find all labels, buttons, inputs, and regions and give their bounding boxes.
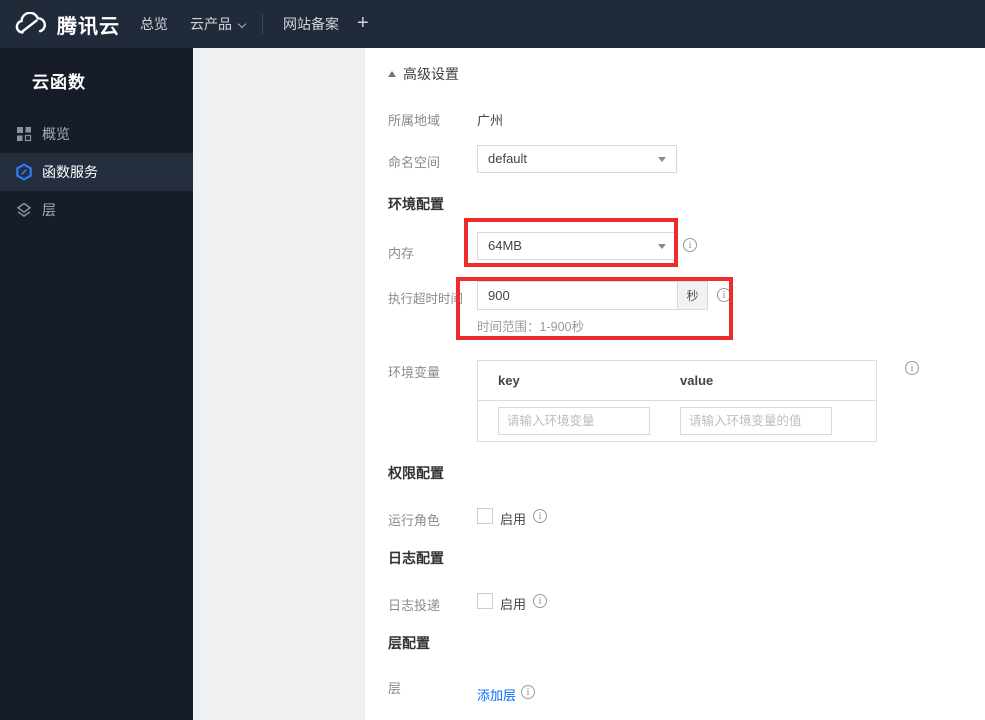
nav-item-overview[interactable]: 总览 — [140, 0, 168, 48]
sidebar-title: 云函数 — [32, 73, 86, 92]
env-config-title: 环境配置 — [388, 196, 444, 212]
sidebar-item-function-service[interactable]: 函数服务 — [0, 153, 193, 191]
namespace-label: 命名空间 — [388, 155, 441, 170]
content-background — [193, 48, 365, 720]
log-config-title: 日志配置 — [388, 550, 444, 566]
env-vars-value-header: value — [680, 373, 714, 388]
nav-item-cloud-products[interactable]: 云产品 — [190, 0, 247, 48]
log-delivery-info-icon[interactable] — [533, 594, 547, 608]
run-role-enable-checkbox[interactable] — [477, 508, 493, 524]
brand-label: 腾讯云 — [57, 15, 120, 38]
region-label: 所属地域 — [388, 113, 441, 128]
sidebar-item-label: 概览 — [42, 126, 70, 142]
function-service-icon — [15, 163, 33, 181]
region-value: 广州 — [477, 113, 504, 128]
timeout-unit[interactable]: 秒 — [677, 282, 707, 309]
layer-config-title: 层配置 — [388, 635, 430, 651]
layer-row-label: 层 — [388, 681, 402, 696]
env-vars-header-row: key value — [478, 361, 876, 401]
namespace-selected-value: default — [488, 151, 528, 166]
top-nav: 腾讯云 总览 云产品 网站备案 + — [0, 0, 985, 48]
layers-icon — [15, 201, 33, 219]
timeout-input-group: 秒 — [477, 281, 708, 310]
timeout-input[interactable] — [478, 282, 677, 309]
grid-icon — [15, 125, 33, 143]
env-vars-key-header: key — [498, 373, 520, 388]
brand[interactable]: 腾讯云 — [14, 0, 120, 48]
run-role-info-icon[interactable] — [533, 509, 547, 523]
env-vars-table: key value — [477, 360, 877, 442]
tencent-cloud-logo-icon — [14, 12, 48, 36]
dropdown-caret-icon — [658, 157, 666, 162]
log-delivery-label: 日志投递 — [388, 598, 441, 613]
sidebar-item-overview[interactable]: 概览 — [0, 115, 193, 153]
nav-item-website-record[interactable]: 网站备案 — [283, 0, 339, 48]
sidebar-item-label: 函数服务 — [42, 164, 98, 180]
memory-label: 内存 — [388, 246, 415, 261]
add-layer-link[interactable]: 添加层 — [477, 685, 516, 704]
add-layer-info-icon[interactable] — [521, 685, 535, 699]
sidebar-item-label: 层 — [42, 202, 56, 218]
sidebar: 云函数 概览 函数服务 层 — [0, 48, 193, 720]
env-vars-label: 环境变量 — [388, 365, 441, 380]
advanced-settings-toggle[interactable]: 高级设置 — [388, 64, 459, 84]
advanced-settings-panel: 高级设置 所属地域 广州 命名空间 default 环境配置 内存 64MB 执… — [365, 48, 985, 720]
sidebar-item-layers[interactable]: 层 — [0, 191, 193, 229]
run-role-label: 运行角色 — [388, 513, 441, 528]
advanced-settings-label: 高级设置 — [403, 66, 459, 82]
timeout-info-icon[interactable] — [717, 288, 731, 302]
memory-selected-value: 64MB — [488, 238, 522, 253]
log-delivery-enable-label: 启用 — [500, 597, 527, 612]
env-vars-info-icon[interactable] — [905, 361, 919, 375]
timeout-label: 执行超时时间 — [388, 292, 464, 306]
env-vars-input-row — [478, 401, 876, 441]
log-delivery-enable-checkbox[interactable] — [477, 593, 493, 609]
add-tab-button[interactable]: + — [357, 0, 369, 48]
env-var-key-input[interactable] — [498, 407, 650, 435]
run-role-enable-label: 启用 — [500, 512, 527, 527]
nav-divider — [262, 14, 263, 34]
memory-select[interactable]: 64MB — [477, 232, 677, 260]
dropdown-caret-icon — [658, 244, 666, 249]
chevron-down-icon — [237, 19, 247, 29]
permission-config-title: 权限配置 — [388, 465, 444, 481]
memory-info-icon[interactable] — [683, 238, 697, 252]
namespace-select[interactable]: default — [477, 145, 677, 173]
timeout-hint: 时间范围：1-900秒 — [477, 320, 584, 334]
env-var-value-input[interactable] — [680, 407, 832, 435]
nav-item-label: 云产品 — [190, 16, 232, 32]
collapse-triangle-icon — [388, 71, 396, 77]
